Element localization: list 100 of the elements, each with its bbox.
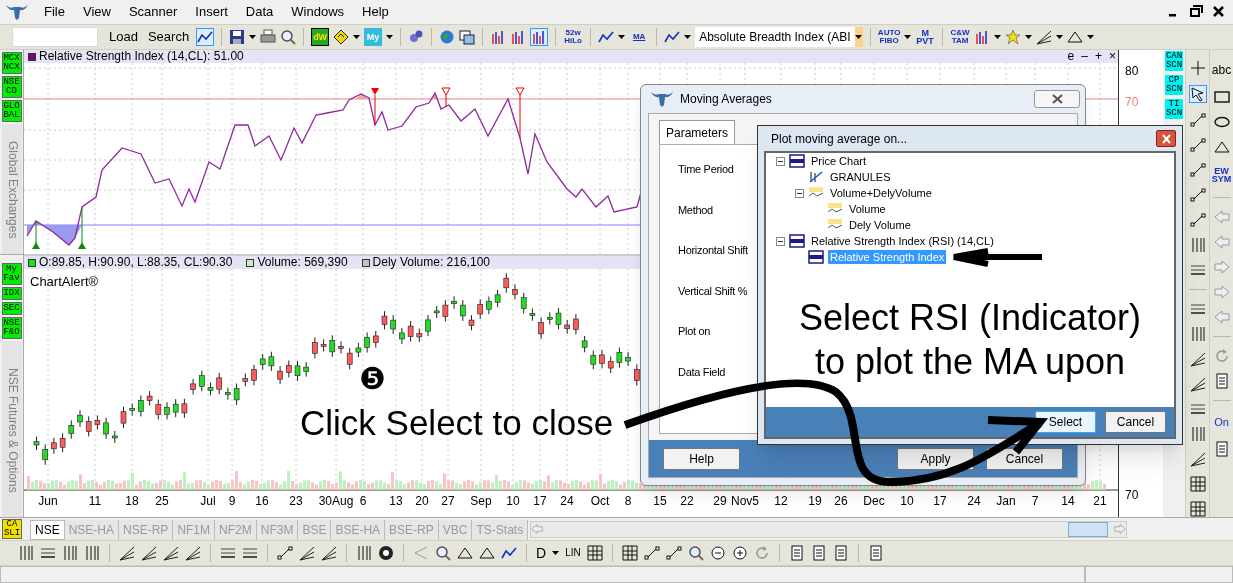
horizontal-lines-icon[interactable] — [1189, 301, 1206, 317]
fan-lines-icon[interactable] — [1036, 29, 1053, 45]
tree-item[interactable]: Price Chart — [809, 154, 869, 168]
bar-chart-icon[interactable] — [530, 28, 549, 46]
fan-lines-icon[interactable] — [1189, 451, 1206, 467]
cursor-icon[interactable] — [1188, 85, 1207, 103]
fan-lines-icon[interactable] — [141, 545, 157, 561]
fan-lines-icon[interactable] — [185, 545, 201, 561]
close-button[interactable] — [1156, 130, 1176, 147]
line-chart-icon[interactable] — [664, 29, 681, 45]
tree-item[interactable]: GRANULES — [828, 170, 893, 184]
magnifier-icon[interactable] — [435, 545, 451, 561]
fan-lines-icon[interactable] — [321, 545, 337, 561]
tree-item[interactable]: Volume — [847, 202, 888, 216]
caret-icon[interactable] — [249, 35, 257, 39]
horizontal-lines-icon[interactable] — [40, 545, 56, 561]
zoom-out-icon[interactable] — [709, 545, 726, 561]
rectangle-icon[interactable] — [1213, 89, 1230, 105]
fan-lines-icon[interactable] — [1189, 351, 1206, 367]
fan-lines-icon[interactable] — [163, 545, 179, 561]
pane-control[interactable]: × — [1107, 50, 1118, 63]
toolbar-button[interactable]: Search — [144, 27, 193, 47]
tool-button[interactable]: D — [536, 549, 547, 557]
zoom-in-icon[interactable] — [731, 545, 748, 561]
menu-item[interactable]: View — [73, 2, 120, 22]
exchange-badge[interactable]: NSE CD — [1, 76, 22, 98]
horizontal-lines-icon[interactable] — [220, 545, 236, 561]
triangle-icon[interactable] — [457, 545, 473, 561]
globe-icon[interactable] — [439, 29, 456, 45]
horizontal-lines-icon[interactable] — [1189, 401, 1206, 417]
tool-button[interactable]: LIN — [565, 549, 581, 557]
caret-icon[interactable] — [1056, 35, 1064, 39]
caret-icon[interactable] — [552, 551, 560, 555]
document-icon[interactable] — [832, 545, 849, 561]
horizontal-lines-icon[interactable] — [1189, 262, 1206, 278]
dialog-tab[interactable]: Parameters — [659, 120, 736, 144]
scrollbar[interactable] — [530, 520, 1128, 538]
fan-lines-icon[interactable] — [1189, 376, 1206, 392]
document-icon[interactable] — [810, 545, 827, 561]
tool-button[interactable]: M PVT — [915, 29, 936, 45]
tool-button[interactable]: On — [1211, 412, 1232, 432]
tool-button[interactable]: AUTO FIBO — [878, 29, 901, 45]
dialog-button[interactable]: Select — [1035, 411, 1096, 433]
minimize-icon[interactable] — [1169, 14, 1176, 17]
grid-icon[interactable] — [1189, 501, 1206, 517]
caret-icon[interactable] — [994, 35, 1002, 39]
line-tool-icon[interactable] — [1189, 137, 1206, 153]
caret-icon[interactable] — [904, 35, 912, 39]
collapse-icon[interactable] — [776, 156, 785, 166]
gears-icon[interactable] — [408, 29, 425, 45]
exchange-badge[interactable]: My Fav — [1, 263, 22, 285]
magnifier-icon[interactable] — [280, 29, 297, 45]
line-tool-icon[interactable] — [1189, 187, 1206, 203]
diamond-icon[interactable] — [333, 29, 350, 45]
caret-icon[interactable] — [1025, 35, 1033, 39]
vertical-lines-icon[interactable] — [356, 545, 372, 561]
grid-icon[interactable] — [621, 545, 638, 561]
line-tool-icon[interactable] — [1189, 112, 1206, 128]
document-icon[interactable] — [788, 545, 805, 561]
caret-icon[interactable] — [1087, 35, 1095, 39]
line-tool-icon[interactable] — [665, 545, 682, 561]
toolbar-button[interactable]: Load — [106, 27, 141, 47]
line-chart-icon[interactable] — [196, 28, 215, 46]
scan-badge[interactable]: CP SCN — [1165, 75, 1183, 95]
dialog-button[interactable]: Help — [663, 447, 740, 470]
tree-item[interactable]: Relative Strength Index (RSI) (14,CL) — [809, 234, 996, 248]
caret-icon[interactable] — [618, 35, 626, 39]
grid-icon[interactable] — [1189, 476, 1206, 492]
fan-lines-icon[interactable] — [299, 545, 315, 561]
tool-button[interactable]: 52w HiLo — [563, 29, 584, 45]
menu-item[interactable]: Data — [236, 2, 283, 22]
menu-item[interactable]: Windows — [282, 2, 354, 22]
triangle-icon[interactable] — [479, 545, 495, 561]
pane-control[interactable]: + — [1092, 50, 1104, 63]
document-icon[interactable] — [1213, 441, 1230, 457]
indicator-dropdown[interactable]: Absolute Breadth Index (ABI — [695, 27, 864, 47]
exchange-badge[interactable]: IDX — [1, 287, 22, 300]
line-chart-icon[interactable] — [598, 29, 615, 45]
printer-icon[interactable] — [260, 29, 277, 45]
magnifier-icon[interactable] — [687, 545, 704, 561]
pane-control[interactable]: e — [1065, 50, 1077, 63]
triangle-icon[interactable] — [1213, 139, 1230, 155]
windows-icon[interactable] — [459, 29, 476, 45]
menu-item[interactable]: Scanner — [119, 2, 187, 22]
exchange-badge[interactable]: MCX NCX — [1, 52, 22, 74]
exchange-tab[interactable]: NSE — [30, 519, 65, 540]
line-tool-icon[interactable] — [1189, 212, 1206, 228]
close-icon[interactable] — [1212, 5, 1225, 18]
tool-button[interactable]: MA — [629, 33, 650, 41]
close-button[interactable] — [1034, 90, 1080, 108]
exchange-badge[interactable]: SEC — [1, 302, 22, 315]
restore-icon[interactable] — [1190, 5, 1203, 17]
star-icon[interactable] — [1005, 29, 1022, 45]
document-icon[interactable] — [867, 545, 884, 561]
search-field[interactable] — [12, 27, 98, 47]
vertical-lines-icon[interactable] — [1189, 426, 1206, 442]
badge[interactable]: CA SLI — [2, 519, 22, 539]
vertical-lines-icon[interactable] — [18, 545, 34, 561]
ellipse-icon[interactable] — [1213, 114, 1230, 130]
horizontal-lines-icon[interactable] — [242, 545, 258, 561]
